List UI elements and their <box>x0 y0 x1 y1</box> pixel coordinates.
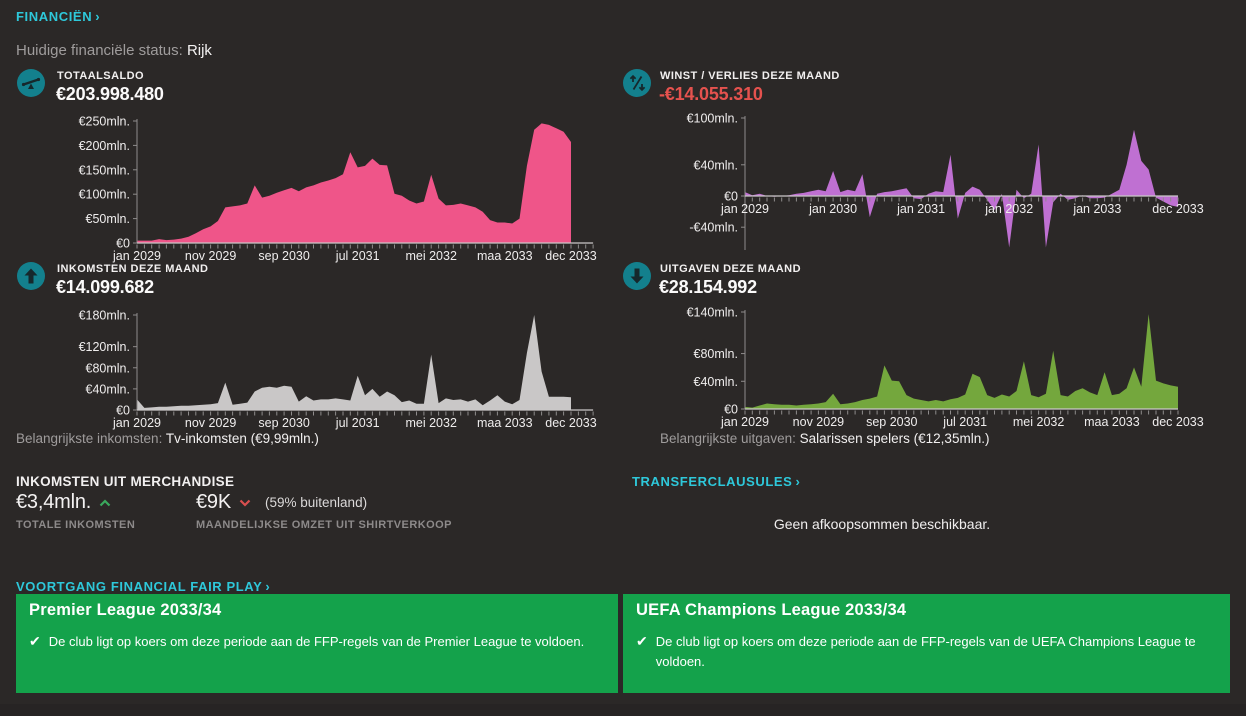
check-icon: ✔ <box>636 632 648 650</box>
profit-card-value: -€14.055.310 <box>659 84 763 105</box>
svg-text:€40mln.: €40mln. <box>86 382 130 396</box>
trend-up-icon <box>99 499 111 507</box>
ffp-panel-champions-league: UEFA Champions League 2033/34 ✔ De club … <box>623 594 1230 693</box>
ffp-panel-body: ✔ De club ligt op koers om deze periode … <box>29 632 605 652</box>
svg-text:jan 2029: jan 2029 <box>112 249 161 263</box>
svg-text:sep 2030: sep 2030 <box>258 249 309 263</box>
balance-chart: €0€50mln.€100mln.€150mln.€200mln.€250mln… <box>16 112 606 269</box>
svg-text:nov 2029: nov 2029 <box>185 249 236 263</box>
balance-card-title: TOTAALSALDO <box>57 70 144 82</box>
svg-text:jul 2031: jul 2031 <box>335 416 380 430</box>
svg-text:dec 2033: dec 2033 <box>1152 202 1203 216</box>
svg-text:€200mln.: €200mln. <box>79 139 130 153</box>
bottom-strip <box>0 704 1246 716</box>
merchandise-total-row: €3,4mln. <box>16 491 111 514</box>
svg-text:sep 2030: sep 2030 <box>258 416 309 430</box>
svg-text:nov 2029: nov 2029 <box>793 415 844 429</box>
svg-text:€140mln.: €140mln. <box>687 306 738 320</box>
ffp-panel-premier-league: Premier League 2033/34 ✔ De club ligt op… <box>16 594 618 693</box>
svg-text:dec 2033: dec 2033 <box>545 416 596 430</box>
ffp-panel-body: ✔ De club ligt op koers om deze periode … <box>636 632 1217 671</box>
expense-footnote: Belangrijkste uitgaven: Salarissen spele… <box>660 431 989 446</box>
expense-chart: €0€40mln.€80mln.€140mln.jan 2029nov 2029… <box>632 303 1232 440</box>
expense-footnote-value: Salarissen spelers (€12,35mln.) <box>800 431 990 446</box>
svg-text:€250mln.: €250mln. <box>79 115 130 129</box>
svg-text:mei 2032: mei 2032 <box>1013 415 1064 429</box>
svg-text:jan 2033: jan 2033 <box>1072 202 1121 216</box>
finances-screen: FINANCIËN› Huidige financiële status: Ri… <box>0 0 1246 716</box>
svg-text:jan 2032: jan 2032 <box>984 202 1033 216</box>
svg-text:jan 2029: jan 2029 <box>720 415 769 429</box>
ffp-panel-title: Premier League 2033/34 <box>29 601 605 620</box>
balance-card-value: €203.998.480 <box>56 84 164 105</box>
merchandise-total-value: €3,4mln. <box>16 491 91 514</box>
svg-text:maa 2033: maa 2033 <box>477 249 533 263</box>
profit-card-title: WINST / VERLIES DEZE MAAND <box>660 70 840 82</box>
svg-text:sep 2030: sep 2030 <box>866 415 917 429</box>
svg-text:€80mln.: €80mln. <box>86 361 130 375</box>
expense-card-title: UITGAVEN DEZE MAAND <box>660 263 801 275</box>
svg-text:jan 2029: jan 2029 <box>720 202 769 216</box>
merchandise-shirt-note: (59% buitenland) <box>265 495 367 510</box>
financien-link-label: FINANCIËN <box>16 9 92 24</box>
income-card-title: INKOMSTEN DEZE MAAND <box>57 263 208 275</box>
ffp-link[interactable]: VOORTGANG FINANCIAL FAIR PLAY› <box>16 579 270 594</box>
balance-scale-icon <box>17 69 45 97</box>
profit-loss-percent-icon <box>623 69 651 97</box>
income-up-arrow-icon <box>17 262 45 290</box>
svg-text:€100mln.: €100mln. <box>79 188 130 202</box>
svg-text:dec 2033: dec 2033 <box>1152 415 1203 429</box>
svg-text:mei 2032: mei 2032 <box>405 249 456 263</box>
expense-card-value: €28.154.992 <box>659 277 757 298</box>
svg-text:nov 2029: nov 2029 <box>185 416 236 430</box>
svg-text:jul 2031: jul 2031 <box>335 249 380 263</box>
profit-chart: -€40mln.€0€40mln.€100mln.jan 2029jan 203… <box>632 106 1232 261</box>
income-footnote: Belangrijkste inkomsten: Tv-inkomsten (€… <box>16 431 319 446</box>
svg-text:dec 2033: dec 2033 <box>545 249 596 263</box>
svg-text:jan 2031: jan 2031 <box>896 202 945 216</box>
svg-text:€150mln.: €150mln. <box>79 163 130 177</box>
svg-text:€50mln.: €50mln. <box>86 212 130 226</box>
svg-text:€80mln.: €80mln. <box>694 347 738 361</box>
financien-link[interactable]: FINANCIËN› <box>16 9 100 24</box>
svg-text:€120mln.: €120mln. <box>79 340 130 354</box>
financial-status-value: Rijk <box>187 42 212 59</box>
transferclausules-link[interactable]: TRANSFERCLAUSULES› <box>632 474 800 489</box>
check-icon: ✔ <box>29 632 41 650</box>
svg-text:mei 2032: mei 2032 <box>405 416 456 430</box>
ffp-panel-text: De club ligt op koers om deze periode aa… <box>656 632 1217 671</box>
merchandise-shirt-label: MAANDELIJKSE OMZET UIT SHIRTVERKOOP <box>196 519 452 531</box>
merchandise-shirt-value: €9K <box>196 491 231 514</box>
ffp-panel-title: UEFA Champions League 2033/34 <box>636 601 1217 620</box>
income-chart: €0€40mln.€80mln.€120mln.€180mln.jan 2029… <box>16 305 606 440</box>
expense-footnote-label: Belangrijkste uitgaven: <box>660 431 796 446</box>
transferclausules-link-label: TRANSFERCLAUSULES <box>632 474 792 489</box>
svg-text:€100mln.: €100mln. <box>687 112 738 126</box>
svg-text:maa 2033: maa 2033 <box>477 416 533 430</box>
financial-status-line: Huidige financiële status: Rijk <box>16 42 212 59</box>
chevron-right-icon: › <box>95 9 100 24</box>
svg-text:maa 2033: maa 2033 <box>1084 415 1140 429</box>
ffp-panel-text: De club ligt op koers om deze periode aa… <box>49 632 584 652</box>
merchandise-total-label: TOTALE INKOMSTEN <box>16 519 135 531</box>
svg-text:jan 2029: jan 2029 <box>112 416 161 430</box>
trend-down-icon <box>239 499 251 507</box>
svg-text:€180mln.: €180mln. <box>79 309 130 323</box>
transferclausules-empty-message: Geen afkoopsommen beschikbaar. <box>632 516 1132 532</box>
svg-text:€40mln.: €40mln. <box>694 375 738 389</box>
income-footnote-label: Belangrijkste inkomsten: <box>16 431 162 446</box>
chevron-right-icon: › <box>795 474 800 489</box>
svg-text:jan 2030: jan 2030 <box>808 202 857 216</box>
financial-status-label: Huidige financiële status: <box>16 42 183 59</box>
svg-text:€40mln.: €40mln. <box>694 158 738 172</box>
merchandise-shirt-row: €9K (59% buitenland) <box>196 491 367 514</box>
chevron-right-icon: › <box>265 579 270 594</box>
ffp-link-label: VOORTGANG FINANCIAL FAIR PLAY <box>16 579 262 594</box>
income-card-value: €14.099.682 <box>56 277 154 298</box>
expense-down-arrow-icon <box>623 262 651 290</box>
income-footnote-value: Tv-inkomsten (€9,99mln.) <box>166 431 319 446</box>
svg-text:jul 2031: jul 2031 <box>942 415 987 429</box>
svg-text:-€40mln.: -€40mln. <box>689 221 738 235</box>
merchandise-title: INKOMSTEN UIT MERCHANDISE <box>16 474 234 489</box>
